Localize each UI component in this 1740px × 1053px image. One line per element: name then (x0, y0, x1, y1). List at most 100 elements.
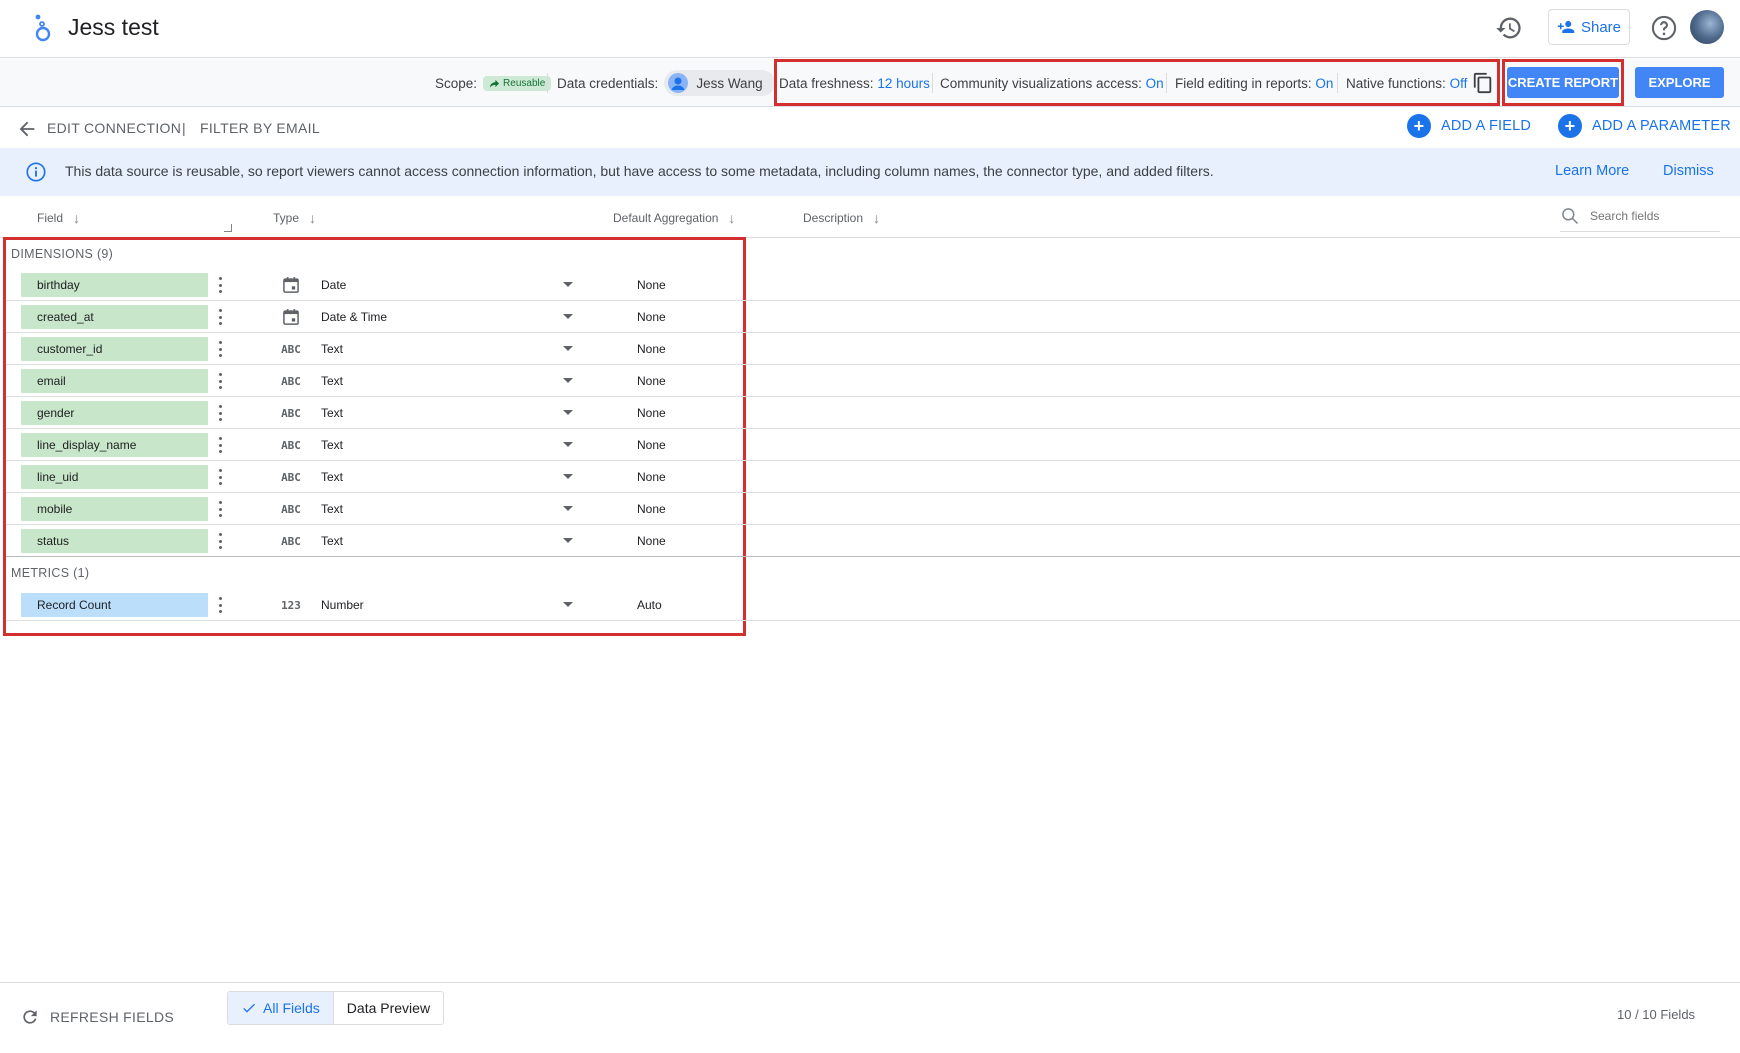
share-button[interactable]: Share (1548, 9, 1630, 45)
dropdown-caret-icon[interactable] (563, 282, 573, 287)
aggregation-select[interactable]: None (637, 278, 666, 292)
field-name-chip[interactable]: birthday (21, 273, 208, 297)
refresh-fields-button[interactable]: REFRESH FIELDS (20, 1007, 174, 1027)
text-type-icon: ABC (281, 374, 301, 388)
dropdown-caret-icon[interactable] (563, 442, 573, 447)
add-icon: + (1407, 114, 1431, 138)
type-select[interactable]: Text (321, 342, 343, 356)
data-preview-tab[interactable]: Data Preview (334, 992, 443, 1024)
data-source-title[interactable]: Jess test (68, 14, 159, 41)
scope: Scope: Reusable (435, 59, 552, 107)
type-select[interactable]: Text (321, 534, 343, 548)
type-select[interactable]: Number (321, 598, 364, 612)
search-icon (1562, 207, 1579, 224)
edit-connection-link[interactable]: EDIT CONNECTION (47, 120, 181, 136)
field-name-chip[interactable]: gender (21, 401, 208, 425)
field-name-chip[interactable]: status (21, 529, 208, 553)
sort-arrow-icon[interactable]: ↓ (873, 210, 880, 226)
field-name-chip[interactable]: customer_id (21, 337, 208, 361)
divider (547, 73, 548, 93)
dismiss-button[interactable]: Dismiss (1663, 163, 1714, 179)
field-name-chip[interactable]: line_display_name (21, 433, 208, 457)
person-add-icon (1557, 21, 1575, 33)
column-resize-handle[interactable] (224, 224, 232, 232)
explore-button[interactable]: EXPLORE (1635, 67, 1724, 98)
dropdown-caret-icon[interactable] (563, 506, 573, 511)
refresh-label: REFRESH FIELDS (50, 1009, 174, 1025)
column-description[interactable]: Description ↓ (803, 210, 880, 226)
more-vert-icon[interactable] (214, 499, 226, 519)
all-fields-tab[interactable]: All Fields (228, 992, 334, 1024)
type-select[interactable]: Text (321, 470, 343, 484)
more-vert-icon[interactable] (214, 403, 226, 423)
learn-more-link[interactable]: Learn More (1555, 163, 1629, 179)
column-field[interactable]: Field ↓ (37, 210, 80, 226)
data-credentials[interactable]: Data credentials: Jess Wang (557, 59, 775, 107)
user-avatar[interactable] (1690, 10, 1724, 44)
more-vert-icon[interactable] (214, 307, 226, 327)
aggregation-select[interactable]: None (637, 374, 666, 388)
column-default-aggregation[interactable]: Default Aggregation ↓ (613, 210, 735, 226)
type-select[interactable]: Text (321, 374, 343, 388)
search-input[interactable] (1590, 208, 1710, 223)
column-type[interactable]: Type ↓ (273, 210, 316, 226)
filter-by-email-link[interactable]: FILTER BY EMAIL (200, 120, 320, 136)
sort-arrow-icon[interactable]: ↓ (309, 210, 316, 226)
dropdown-caret-icon[interactable] (563, 378, 573, 383)
type-select[interactable]: Text (321, 406, 343, 420)
more-vert-icon[interactable] (214, 595, 226, 615)
aggregation-select[interactable]: None (637, 342, 666, 356)
type-select[interactable]: Text (321, 438, 343, 452)
field-name-chip[interactable]: mobile (21, 497, 208, 521)
more-vert-icon[interactable] (214, 467, 226, 487)
aggregation-select[interactable]: None (637, 406, 666, 420)
history-icon[interactable] (1495, 14, 1523, 42)
field-name-chip[interactable]: email (21, 369, 208, 393)
credentials-user: Jess Wang (696, 75, 763, 91)
type-select[interactable]: Date & Time (321, 310, 387, 324)
field-table-header: Field ↓ Type ↓ Default Aggregation ↓ Des… (0, 196, 1740, 238)
reusable-info-banner: This data source is reusable, so report … (0, 148, 1740, 196)
dropdown-caret-icon[interactable] (563, 602, 573, 607)
scope-label: Scope: (435, 75, 478, 91)
aggregation-select[interactable]: None (637, 534, 666, 548)
dropdown-caret-icon[interactable] (563, 410, 573, 415)
aggregation-select[interactable]: None (637, 502, 666, 516)
field-name-chip[interactable]: Record Count (21, 593, 208, 617)
more-vert-icon[interactable] (214, 371, 226, 391)
looker-studio-logo[interactable] (30, 13, 54, 43)
aggregation-select[interactable]: None (637, 310, 666, 324)
create-report-button[interactable]: CREATE REPORT (1507, 67, 1619, 98)
more-vert-icon[interactable] (214, 531, 226, 551)
text-type-icon: ABC (281, 502, 301, 516)
dimension-row: email ABC Text None (6, 365, 1740, 397)
text-type-icon: ABC (281, 342, 301, 356)
field-name-chip[interactable]: line_uid (21, 465, 208, 489)
search-fields[interactable] (1560, 200, 1720, 232)
dropdown-caret-icon[interactable] (563, 314, 573, 319)
dropdown-caret-icon[interactable] (563, 346, 573, 351)
dimension-row: gender ABC Text None (6, 397, 1740, 429)
add-parameter-button[interactable]: + ADD A PARAMETER (1558, 114, 1731, 138)
field-name-chip[interactable]: created_at (21, 305, 208, 329)
help-icon[interactable] (1650, 14, 1678, 42)
more-vert-icon[interactable] (214, 435, 226, 455)
add-field-button[interactable]: + ADD A FIELD (1407, 114, 1531, 138)
dropdown-caret-icon[interactable] (563, 538, 573, 543)
aggregation-select[interactable]: None (637, 470, 666, 484)
type-select[interactable]: Text (321, 502, 343, 516)
sort-arrow-icon[interactable]: ↓ (73, 210, 80, 226)
credentials-chip[interactable]: Jess Wang (664, 70, 775, 96)
column-aggregation-label: Default Aggregation (613, 211, 719, 225)
dimension-row: mobile ABC Text None (6, 493, 1740, 525)
more-vert-icon[interactable] (214, 339, 226, 359)
app-header: Jess test Share (0, 0, 1740, 58)
back-arrow-icon[interactable] (16, 118, 38, 140)
aggregation-select[interactable]: Auto (637, 598, 662, 612)
more-vert-icon[interactable] (214, 275, 226, 295)
sort-arrow-icon[interactable]: ↓ (728, 210, 735, 226)
dropdown-caret-icon[interactable] (563, 474, 573, 479)
type-select[interactable]: Date (321, 278, 346, 292)
aggregation-select[interactable]: None (637, 438, 666, 452)
check-icon (243, 1003, 255, 1013)
